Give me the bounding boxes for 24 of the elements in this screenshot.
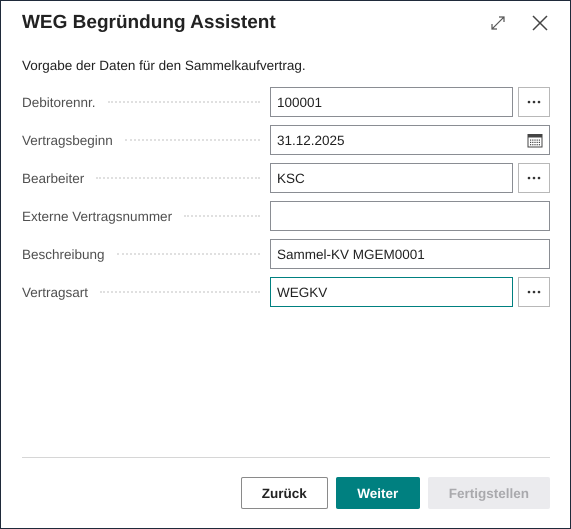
more-icon [527,176,541,180]
description-text: Vorgabe der Daten für den Sammelkaufvertrag. [22,58,307,73]
more-options-button[interactable] [518,163,550,193]
more-options-button[interactable] [518,277,550,307]
window-title: WEG Begründung Assistent [22,12,277,34]
more-icon [527,290,541,294]
input-field[interactable]: WEGKV [270,277,513,307]
input-field[interactable]: Sammel-KV MGEM0001 [270,239,550,269]
dialog-button[interactable]: Zurück [240,477,328,509]
field-label: Externe Vertragsnummer [22,208,172,224]
close-icon[interactable] [530,13,550,33]
input-field[interactable]: 31.12.2025 [270,125,550,155]
field-label: Beschreibung [22,246,105,262]
primary-button[interactable]: Weiter [336,477,420,509]
input-field[interactable] [270,201,550,231]
field-label: Bearbeiter [22,170,84,186]
input-field[interactable]: 100001 [270,87,513,117]
more-icon [527,100,541,104]
calendar-icon[interactable] [527,132,543,148]
field-label: Debitorennr. [22,94,96,110]
more-options-button[interactable] [518,87,550,117]
input-field[interactable]: KSC [270,163,513,193]
field-label: Vertragsart [22,284,88,300]
field-label: Vertragsbeginn [22,132,113,148]
